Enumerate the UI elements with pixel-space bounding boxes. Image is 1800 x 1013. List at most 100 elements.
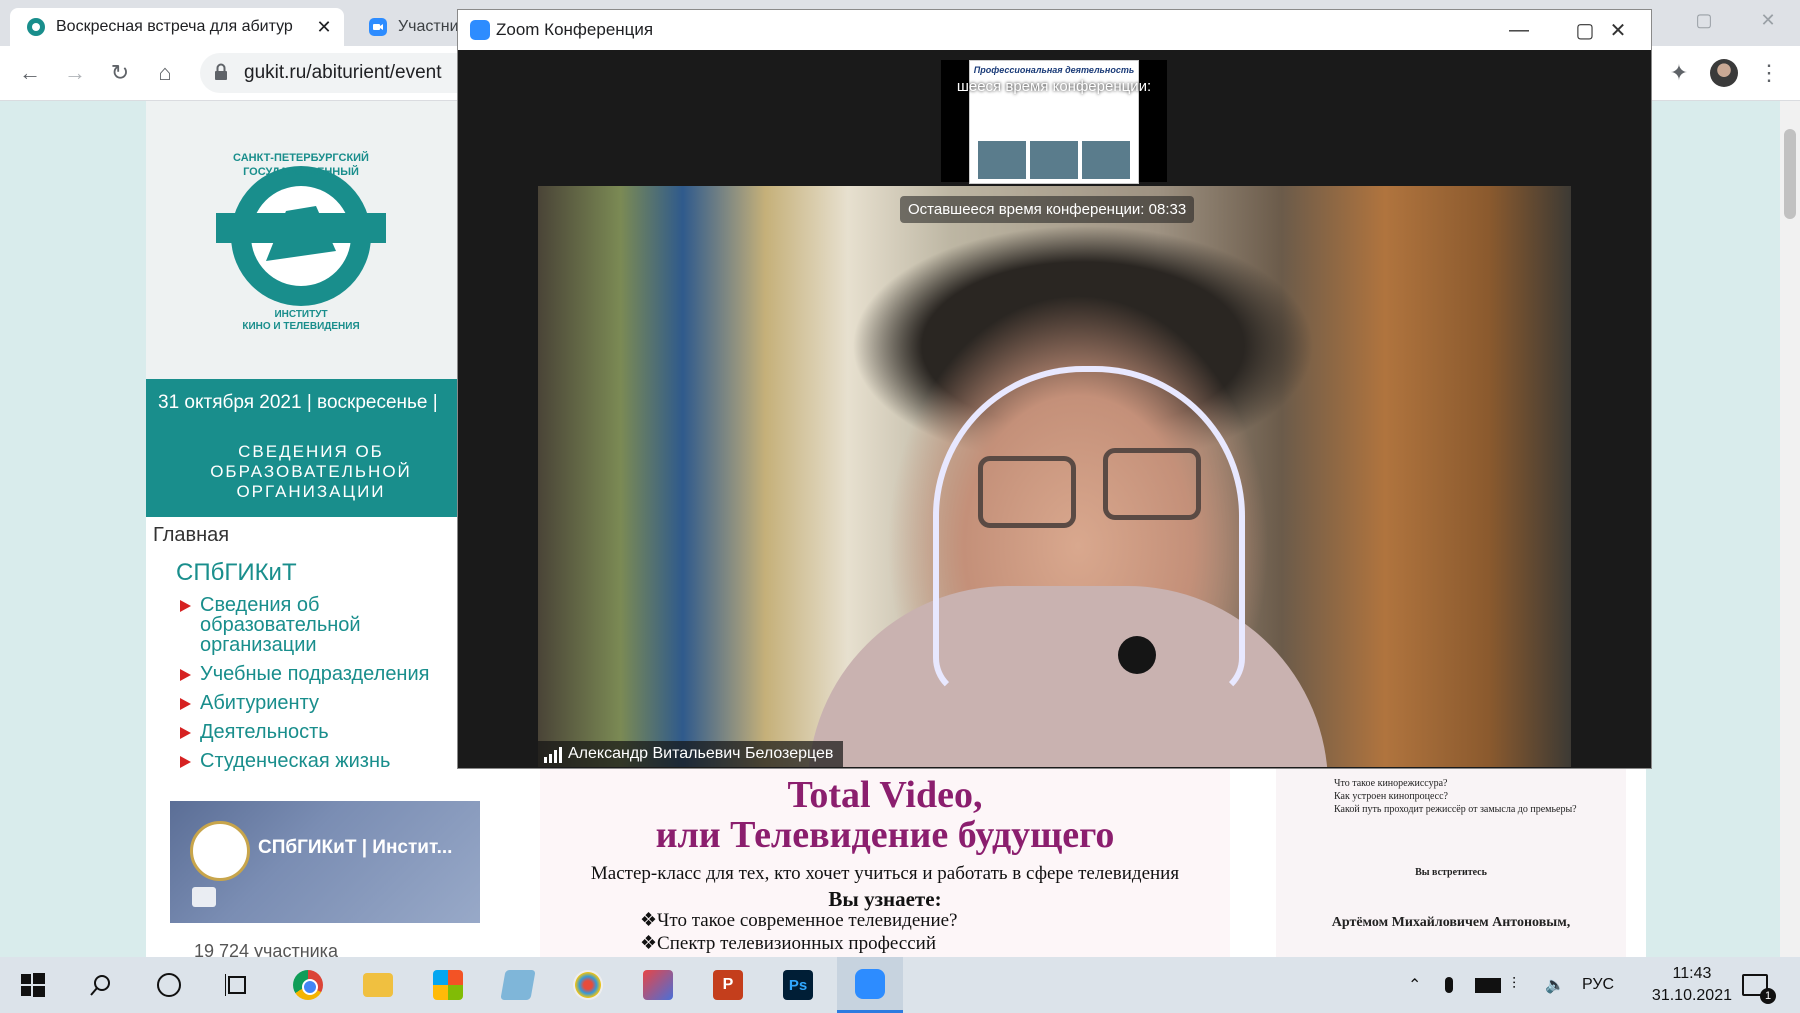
poster2-item: Какой путь проходит режиссёр от замысла … xyxy=(1334,804,1577,815)
microphone-icon[interactable] xyxy=(1445,957,1453,1013)
tab-event[interactable]: Воскресная встреча для абитур ✕ xyxy=(10,8,344,46)
slide-title: Профессиональная деятельность xyxy=(973,65,1135,75)
participant-label: Александр Витальевич Белозерцев xyxy=(568,745,834,762)
notification-count: 1 xyxy=(1760,988,1776,1004)
poster-list-item: Спектр телевизионных профессий xyxy=(640,932,957,955)
clock[interactable]: 11:43 31.10.2021 xyxy=(1652,963,1732,1007)
zoom-favicon-icon xyxy=(369,18,387,36)
community-avatar xyxy=(190,821,250,881)
community-members: 19 724 участника xyxy=(194,941,338,957)
glasses-left xyxy=(978,456,1076,528)
browser-menu-icon[interactable]: ⋮ xyxy=(1753,57,1785,89)
file-explorer-icon[interactable] xyxy=(345,957,411,1013)
poster-subtitle: Мастер-класс для тех, кто хочет учиться … xyxy=(590,863,1180,884)
back-icon[interactable]: ← xyxy=(14,57,46,89)
org-info-line-2: ОБРАЗОВАТЕЛЬНОЙ xyxy=(210,462,412,481)
glasses-right xyxy=(1103,448,1201,520)
store-icon[interactable] xyxy=(415,957,481,1013)
windows-taskbar: P Ps ⌃ ⫶ 🔈 РУС 11:43 31.10.2021 1 xyxy=(0,957,1800,1013)
side-menu: Сведения об образовательной организации … xyxy=(180,595,480,780)
section-title[interactable]: СПбГИКиТ xyxy=(176,559,297,587)
snip-icon[interactable] xyxy=(625,957,691,1013)
clapperboard-icon xyxy=(192,887,216,907)
zoom-taskbar-icon[interactable] xyxy=(837,957,903,1013)
tab-participants[interactable]: Участни xyxy=(352,8,472,46)
poster-list: Что такое современное телевидение? Спект… xyxy=(640,909,957,955)
network-icon[interactable]: ⫶ xyxy=(1512,957,1516,1013)
logo-text-3: ИНСТИТУТ xyxy=(274,309,327,320)
notepad-icon[interactable] xyxy=(485,957,551,1013)
speaker-video[interactable]: Оставшееся время конференции: 08:33 Алек… xyxy=(538,186,1571,767)
paint-icon[interactable] xyxy=(555,957,621,1013)
notifications-icon[interactable]: 1 xyxy=(1742,957,1776,1013)
logo-text-4: КИНО И ТЕЛЕВИДЕНИЯ xyxy=(242,321,359,331)
poster2-item: Что такое кинорежиссура? xyxy=(1334,778,1448,789)
site-favicon-icon xyxy=(27,18,45,36)
clock-time: 11:43 xyxy=(1672,965,1712,982)
page-scrollbar[interactable] xyxy=(1780,101,1800,957)
participant-name: Александр Витальевич Белозерцев xyxy=(538,741,844,767)
lock-icon xyxy=(215,63,227,80)
logo-text-2: ГОСУДАРСТВЕННЫЙ xyxy=(243,165,359,178)
reload-icon[interactable]: ↻ xyxy=(104,57,136,89)
zoom-window-title: Zoom Конференция xyxy=(496,20,654,39)
poster-list-item: Что такое современное телевидение? xyxy=(640,909,957,932)
search-icon[interactable] xyxy=(68,957,134,1013)
zoom-title-bar[interactable]: Zoom Конференция — ▢ ✕ xyxy=(458,10,1651,50)
event-poster-2: Что такое кинорежиссура? Как устроен кин… xyxy=(1276,763,1626,957)
browser-window-controls: ▢ ✕ xyxy=(1672,0,1800,40)
minimize-button[interactable]: — xyxy=(1486,10,1552,50)
zoom-window: Zoom Конференция — ▢ ✕ Профессиональная … xyxy=(457,9,1652,769)
poster2-name: Артёмом Михайловичем Антоновым, xyxy=(1331,915,1571,930)
cortana-icon[interactable] xyxy=(136,957,202,1013)
institute-logo[interactable]: САНКТ-ПЕТЕРБУРГСКИЙ ГОСУДАРСТВЕННЫЙ ИНСТ… xyxy=(206,141,396,331)
powerpoint-icon[interactable]: P xyxy=(695,957,761,1013)
org-info-line-3: ОРГАНИЗАЦИИ xyxy=(236,482,386,501)
task-view-icon[interactable] xyxy=(204,957,270,1013)
conference-timer: Оставшееся время конференции: 08:33 xyxy=(900,196,1195,223)
community-name: СПбГИКиТ | Инстит... xyxy=(258,837,453,858)
breadcrumb[interactable]: Главная xyxy=(153,524,229,547)
poster-title-1: Total Video, xyxy=(787,774,983,816)
tray-chevron-icon[interactable]: ⌃ xyxy=(1408,957,1421,1013)
menu-item-applicants[interactable]: Абитуриенту xyxy=(180,693,480,713)
scrollbar-thumb[interactable] xyxy=(1784,129,1796,219)
tab-close-icon[interactable]: ✕ xyxy=(312,17,336,38)
home-icon[interactable]: ⌂ xyxy=(149,57,181,89)
close-button[interactable]: ✕ xyxy=(1585,10,1651,50)
menu-item-activity[interactable]: Деятельность xyxy=(180,722,480,742)
avatar[interactable] xyxy=(1708,57,1740,89)
volume-icon[interactable]: 🔈 xyxy=(1545,957,1565,1013)
start-button[interactable] xyxy=(0,957,66,1013)
windows-icon xyxy=(21,973,45,997)
logo-text-1: САНКТ-ПЕТЕРБУРГСКИЙ xyxy=(233,151,369,164)
date-line: 31 октября 2021 | воскресенье | xyxy=(146,379,476,427)
site-banner: САНКТ-ПЕТЕРБУРГСКИЙ ГОСУДАРСТВЕННЫЙ ИНСТ… xyxy=(146,101,506,379)
forward-icon[interactable]: → xyxy=(59,57,91,89)
clock-date: 31.10.2021 xyxy=(1651,987,1732,1004)
poster2-meet: Вы встретитесь xyxy=(1415,867,1487,878)
tab-title: Воскресная встреча для абитур xyxy=(56,18,293,35)
org-info-menu[interactable]: СВЕДЕНИЯ ОБ ОБРАЗОВАТЕЛЬНОЙ ОРГАНИЗАЦИИ xyxy=(146,427,476,517)
signal-icon xyxy=(544,747,562,763)
poster2-item: Как устроен кинопроцесс? xyxy=(1334,791,1448,802)
restore-button[interactable]: ▢ xyxy=(1672,0,1736,40)
close-button[interactable]: ✕ xyxy=(1736,0,1800,40)
org-info-line-1: СВЕДЕНИЯ ОБ xyxy=(238,442,384,461)
battery-icon[interactable] xyxy=(1475,957,1501,1013)
menu-item-student-life[interactable]: Студенческая жизнь xyxy=(180,751,480,771)
extensions-icon[interactable]: ✦ xyxy=(1663,57,1695,89)
headset xyxy=(933,366,1245,698)
url-text: gukit.ru/abiturient/event xyxy=(244,62,442,83)
zoom-logo-icon xyxy=(470,20,490,40)
microphone xyxy=(1118,636,1156,674)
photoshop-icon[interactable]: Ps xyxy=(765,957,831,1013)
chrome-icon[interactable] xyxy=(275,957,341,1013)
menu-item-departments[interactable]: Учебные подразделения xyxy=(180,664,480,684)
thumbnail-timer: шееся время конференции: xyxy=(956,78,1152,95)
event-poster: Total Video, или Телевидение будущего Ма… xyxy=(540,763,1230,957)
vk-community-card[interactable]: СПбГИКиТ | Инстит... xyxy=(170,801,480,923)
language-indicator[interactable]: РУС xyxy=(1582,957,1614,1013)
poster-title-2: или Телевидение будущего xyxy=(655,814,1115,856)
menu-item-org-info[interactable]: Сведения об образовательной организации xyxy=(180,595,380,655)
